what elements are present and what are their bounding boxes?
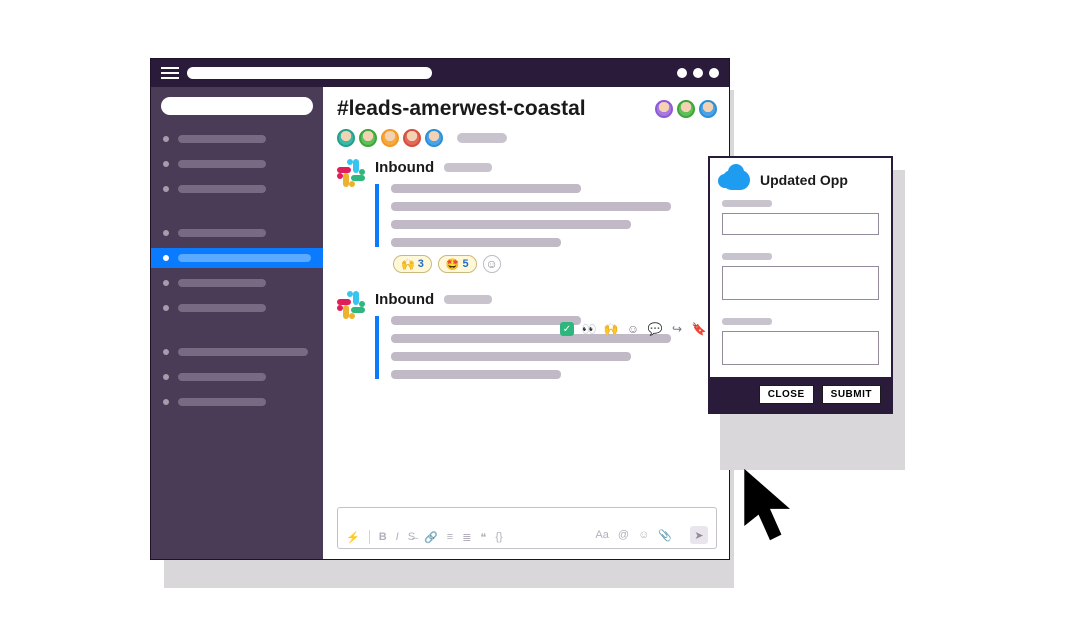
modal-text-input[interactable] [722,213,879,235]
channel-member-row[interactable] [337,129,717,147]
strike-icon[interactable]: S̶ [408,531,415,543]
modal-text-input[interactable] [722,331,879,365]
titlebar [151,59,729,87]
text-line [391,316,581,325]
field-label [722,253,772,260]
slack-app-icon [337,159,365,187]
sidebar-item[interactable] [151,273,323,293]
sidebar-item[interactable] [151,367,323,387]
message-hover-toolbar: ✓ 👀 🙌 ☺ 💬 ↪ 🔖 [560,322,706,336]
member-count-stub [457,133,507,143]
raised-hands-icon[interactable]: 🙌 [604,322,618,336]
text-line [391,184,581,193]
hamburger-menu-icon[interactable] [161,67,179,79]
window-control-dot[interactable] [693,68,703,78]
flash-icon[interactable]: ⚡ [346,531,360,544]
salesforce-cloud-icon [722,170,750,190]
avatar [699,100,717,118]
workspace-switcher[interactable] [161,97,313,115]
sidebar-item[interactable] [151,298,323,318]
channel-name[interactable]: #leads-amerwest-coastal [337,97,586,121]
sidebar-item[interactable] [151,154,323,174]
field-label [722,200,772,207]
face-icon[interactable]: ☺ [626,322,640,336]
message-author[interactable]: Inbound [375,291,434,308]
share-icon[interactable]: ↪ [670,322,684,336]
modal-text-input[interactable] [722,266,879,300]
message-author[interactable]: Inbound [375,159,434,176]
eyes-icon[interactable]: 👀 [582,322,596,336]
header-member-avatars[interactable] [655,100,717,118]
reaction-bar: 🙌3 🤩5 ☺ [393,255,717,273]
bookmark-icon[interactable]: 🔖 [692,322,706,336]
message-attachment [375,184,717,247]
ordered-list-icon[interactable]: ≡ [447,531,453,543]
submit-button[interactable]: SUBMIT [822,385,881,404]
avatar [403,129,421,147]
updated-opp-modal: Updated Opp CLOSE SUBMIT [708,156,893,414]
modal-title: Updated Opp [760,172,848,188]
avatar [425,129,443,147]
bold-icon[interactable]: B [379,531,387,543]
emoji-icon[interactable]: ☺ [638,529,649,541]
slack-app-icon [337,291,365,319]
quote-icon[interactable]: ❝ [480,531,486,544]
sidebar-item[interactable] [151,129,323,149]
chat-app-window: #leads-amerwest-coastal [150,58,730,560]
sidebar-item-selected[interactable] [151,248,323,268]
text-line [391,238,561,247]
window-controls [677,68,719,78]
format-icon[interactable]: Aa [595,529,608,541]
window-control-dot[interactable] [709,68,719,78]
message-timestamp [444,295,492,304]
send-button[interactable]: ➤ [690,526,708,544]
sidebar-item[interactable] [151,223,323,243]
text-line [391,202,671,211]
text-line [391,370,561,379]
sidebar [151,87,323,559]
reaction[interactable]: 🙌3 [393,255,432,273]
check-icon[interactable]: ✓ [560,322,574,336]
sidebar-item[interactable] [151,392,323,412]
message-timestamp [444,163,492,172]
cursor-icon [740,466,800,551]
italic-icon[interactable]: I [396,531,399,543]
sidebar-item[interactable] [151,179,323,199]
text-line [391,352,631,361]
link-icon[interactable]: 🔗 [424,531,438,544]
reaction[interactable]: 🤩5 [438,255,477,273]
message: Inbound 🙌3 🤩5 ☺ [337,159,717,273]
field-label [722,318,772,325]
add-reaction-button[interactable]: ☺ [483,255,501,273]
avatar [337,129,355,147]
window-control-dot[interactable] [677,68,687,78]
close-button[interactable]: CLOSE [759,385,814,404]
sidebar-item[interactable] [151,342,323,362]
mention-icon[interactable]: @ [618,529,629,541]
attach-icon[interactable]: 📎 [658,529,672,542]
message-composer[interactable]: ⚡ B I S̶ 🔗 ≡ ≣ ❝ {} Aa @ ☺ 📎 [337,507,717,549]
avatar [359,129,377,147]
avatar [655,100,673,118]
thread-icon[interactable]: 💬 [648,322,662,336]
global-search-input[interactable] [187,67,432,79]
code-icon[interactable]: {} [495,531,502,543]
unordered-list-icon[interactable]: ≣ [462,531,471,544]
avatar [381,129,399,147]
text-line [391,220,631,229]
avatar [677,100,695,118]
